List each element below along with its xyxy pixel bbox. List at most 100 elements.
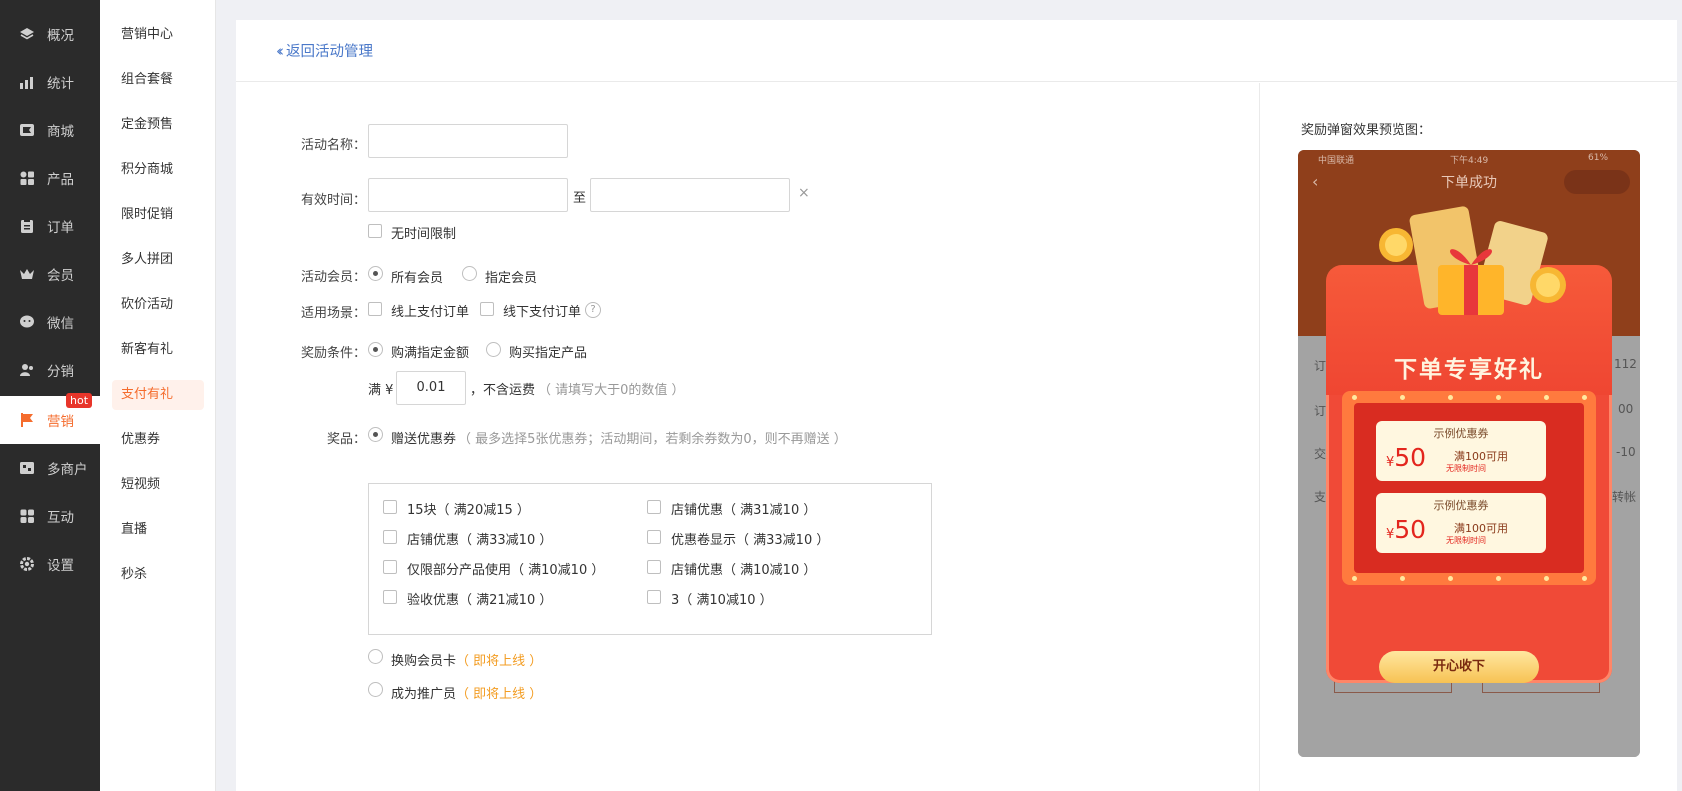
nav-members[interactable]: 会员 xyxy=(0,250,100,298)
full-amount-input[interactable]: 0.01 xyxy=(396,371,466,405)
subnav-seckill[interactable]: 秒杀 xyxy=(112,560,204,590)
subnav-short-video[interactable]: 短视频 xyxy=(112,470,204,500)
bg-row-value: 转帐 xyxy=(1612,490,1637,504)
time-separator: 至 xyxy=(573,191,587,206)
bar-chart-icon xyxy=(17,72,37,92)
coupon-label: 优惠卷显示（ 满33减10 ） xyxy=(671,533,830,548)
prize-card-label: 换购会员卡 xyxy=(391,654,457,669)
subnav-group-buy[interactable]: 多人拼团 xyxy=(112,245,204,275)
subnav-coupons[interactable]: 优惠券 xyxy=(112,425,204,455)
coupon-checkbox[interactable] xyxy=(647,530,661,544)
sample-coupon: 示例优惠券 ¥50 满100可用 无限制时间 xyxy=(1376,493,1546,553)
preview-title: 奖励弹窗效果预览图： xyxy=(1301,123,1432,138)
light-dot xyxy=(1448,576,1453,581)
subnav-points-mall[interactable]: 积分商城 xyxy=(112,155,204,185)
no-time-limit-checkbox[interactable] xyxy=(368,224,382,238)
light-dot xyxy=(1544,395,1549,400)
subnav-pay-gift[interactable]: 支付有礼 xyxy=(112,380,204,410)
nav-statistics[interactable]: 统计 xyxy=(0,58,100,106)
nav-marketing[interactable]: 营销 hot xyxy=(0,393,100,444)
light-dot xyxy=(1400,395,1405,400)
no-time-limit-label: 无时间限制 xyxy=(391,227,457,242)
nav-distribution[interactable]: 分销 xyxy=(0,346,100,394)
coupon-amount-value: 50 xyxy=(1394,443,1427,472)
topbar: ‹‹ 返回活动管理 xyxy=(236,20,1677,82)
coupon-checkbox[interactable] xyxy=(383,530,397,544)
prize-coupon-hint: （ 最多选择5张优惠券；活动期间，若剩余券数为0，则不再赠送 ） xyxy=(458,432,847,447)
phone-preview: 中国联通 下午4:49 61% ‹ 下单成功 订 订 交 支 112 00 -1… xyxy=(1298,150,1640,757)
store-icon xyxy=(17,458,37,478)
coupon-checkbox[interactable] xyxy=(383,560,397,574)
coupon-list: 15块（ 满20减15 ） 店铺优惠（ 满31减10 ） 店铺优惠（ 满33减1… xyxy=(368,483,932,635)
cond-product-label: 购买指定产品 xyxy=(509,346,588,361)
layers-icon xyxy=(17,24,37,44)
member-specific-radio[interactable] xyxy=(462,266,477,281)
coupon-checkbox[interactable] xyxy=(647,500,661,514)
bg-row: 交 xyxy=(1314,447,1327,461)
prize-promoter-label: 成为推广员 xyxy=(391,687,457,702)
activity-name-input[interactable] xyxy=(368,124,568,158)
carrier: 中国联通 xyxy=(1318,156,1355,166)
chat-bubble-icon xyxy=(17,312,37,332)
clipboard-icon xyxy=(17,216,37,236)
crown-icon xyxy=(17,264,37,284)
nav-overview[interactable]: 概况 xyxy=(0,10,100,58)
light-dot xyxy=(1496,576,1501,581)
nav-wechat[interactable]: 微信 xyxy=(0,298,100,346)
subnav-flash-sale[interactable]: 限时促销 xyxy=(112,200,204,230)
nav-multi-merchant[interactable]: 多商户 xyxy=(0,444,100,492)
member-all-radio[interactable] xyxy=(368,266,383,281)
coupon-condition: 满100可用 xyxy=(1454,522,1508,535)
clear-time-icon[interactable]: × xyxy=(798,185,810,201)
light-dot xyxy=(1496,395,1501,400)
scene-offline-checkbox[interactable] xyxy=(480,302,494,316)
accept-button[interactable]: 开心收下 xyxy=(1379,651,1539,683)
coupon-checkbox[interactable] xyxy=(647,560,661,574)
coupon-limit: 无限制时间 xyxy=(1446,464,1486,473)
coupon-label: 15块（ 满20减15 ） xyxy=(407,503,530,518)
back-link[interactable]: ‹‹ 返回活动管理 xyxy=(276,40,373,61)
subnav-marketing-center[interactable]: 营销中心 xyxy=(112,20,204,50)
prize-coupon-label: 赠送优惠券 xyxy=(391,432,457,447)
nav-orders[interactable]: 订单 xyxy=(0,202,100,250)
prize-promoter-radio[interactable] xyxy=(368,682,383,697)
member-specific-label: 指定会员 xyxy=(485,271,538,286)
nav-mall[interactable]: 商城 xyxy=(0,106,100,154)
subnav-live[interactable]: 直播 xyxy=(112,515,204,545)
condition-label: 奖励条件： xyxy=(300,346,366,361)
cond-amount-label: 购满指定金额 xyxy=(391,346,470,361)
coupon-checkbox[interactable] xyxy=(383,590,397,604)
hot-badge: hot xyxy=(66,393,93,408)
coupon-condition: 满100可用 xyxy=(1454,450,1508,463)
cond-product-radio[interactable] xyxy=(486,342,501,357)
primary-sidebar: 概况 统计 商城 产品 订单 会员 微信 分销 营销 hot 多商户 互动 设置 xyxy=(0,0,100,791)
coupon-checkbox[interactable] xyxy=(383,500,397,514)
activity-form: 活动名称： 有效时间： 至 × 无时间限制 活动会员： 所有会员 指定会员 适用… xyxy=(236,83,1260,791)
coupon-label: 店铺优惠（ 满31减10 ） xyxy=(671,503,817,518)
scene-online-checkbox[interactable] xyxy=(368,302,382,316)
prize-coupon-radio[interactable] xyxy=(368,427,383,442)
battery: 61% xyxy=(1588,153,1609,163)
secondary-sidebar: 营销中心 组合套餐 定金预售 积分商城 限时促销 多人拼团 砍价活动 新客有礼 … xyxy=(100,0,216,791)
coupon-checkbox[interactable] xyxy=(647,590,661,604)
light-dot xyxy=(1352,395,1357,400)
cond-amount-radio[interactable] xyxy=(368,342,383,357)
coupon-title: 示例优惠券 xyxy=(1433,427,1489,440)
prize-card-radio[interactable] xyxy=(368,649,383,664)
users-icon xyxy=(17,360,37,380)
capsule-menu-icon xyxy=(1564,170,1630,194)
end-time-input[interactable] xyxy=(590,178,790,212)
nav-interaction[interactable]: 互动 xyxy=(0,492,100,540)
start-time-input[interactable] xyxy=(368,178,568,212)
nav-product[interactable]: 产品 xyxy=(0,154,100,202)
subnav-presale[interactable]: 定金预售 xyxy=(112,110,204,140)
subnav-combo[interactable]: 组合套餐 xyxy=(112,65,204,95)
subnav-new-customer[interactable]: 新客有礼 xyxy=(112,335,204,365)
prize-label: 奖品： xyxy=(326,432,366,447)
help-icon[interactable]: ? xyxy=(585,302,601,318)
nav-settings[interactable]: 设置 xyxy=(0,540,100,588)
scene-offline-label: 线下支付订单 xyxy=(503,305,582,320)
flag-square-icon xyxy=(17,120,37,140)
coupon-label: 店铺优惠（ 满33减10 ） xyxy=(407,533,553,548)
subnav-bargain[interactable]: 砍价活动 xyxy=(112,290,204,320)
